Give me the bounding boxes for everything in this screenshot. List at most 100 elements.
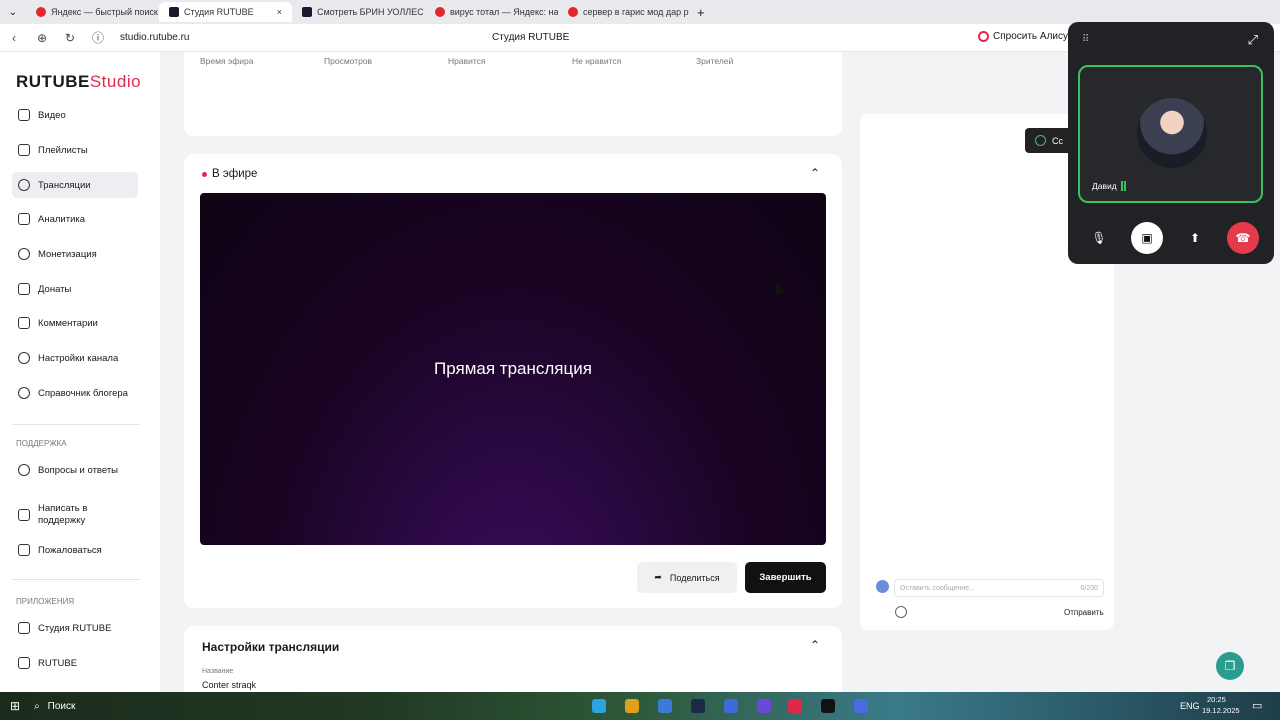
comment-icon: [18, 317, 30, 329]
yandex-browser-icon[interactable]: [788, 699, 802, 713]
alice-button[interactable]: Спросить Алису: [978, 31, 1068, 42]
sidebar-item-label: Видео: [38, 109, 66, 121]
tab-video[interactable]: Смотреть БРИН УОЛЛЕС: [292, 2, 425, 22]
stats-header: Время эфира Просмотров Нравится Не нрави…: [200, 56, 820, 66]
tab-virus[interactable]: вирус тотал — Яндекс: на: [425, 2, 558, 22]
sidebar-item-report[interactable]: Пожаловаться: [12, 537, 138, 563]
drag-handle-icon[interactable]: ⠿: [1082, 34, 1089, 45]
sidebar-item-app-studio[interactable]: Студия RUTUBE: [12, 615, 138, 641]
chrome-icon[interactable]: [625, 699, 639, 713]
name-value[interactable]: Conter straqk: [202, 680, 256, 690]
tab-yandex[interactable]: Яндекс — быстрый поиск: [26, 2, 159, 22]
sidebar-item-monetization[interactable]: Монетизация: [12, 241, 138, 267]
divider: [12, 579, 140, 580]
question-icon: [18, 464, 30, 476]
sidebar-item-label: Аналитика: [38, 213, 86, 225]
live-status: В эфире: [202, 168, 257, 180]
sidebar-item-video[interactable]: Видео: [12, 102, 138, 128]
sidebar: RUTUBEStudio Видео Плейлисты Трансляции …: [0, 52, 160, 692]
new-tab-icon[interactable]: +: [697, 5, 705, 20]
clock-time[interactable]: 20:25: [1207, 695, 1226, 704]
stats-card: Время эфира Просмотров Нравится Не нрави…: [184, 52, 842, 136]
donation-icon: [18, 283, 30, 295]
sidebar-item-donations[interactable]: Донаты: [12, 276, 138, 302]
steam-icon[interactable]: [691, 699, 705, 713]
emoji-icon[interactable]: [895, 606, 907, 618]
sidebar-item-write-support[interactable]: Написать в поддержку: [12, 497, 138, 533]
studio-app-icon: [18, 622, 30, 634]
chat-support-button[interactable]: ❐: [1216, 652, 1244, 680]
sidebar-item-label: Трансляции: [38, 179, 91, 191]
info-icon: [18, 387, 30, 399]
sidebar-item-analytics[interactable]: Аналитика: [12, 206, 138, 232]
alice-label: Спросить Алису: [993, 31, 1069, 42]
sidebar-item-faq[interactable]: Вопросы и ответы: [12, 457, 138, 483]
expand-icon[interactable]: ⤢: [1248, 32, 1258, 48]
sidebar-item-app-rutube[interactable]: RUTUBE: [12, 650, 138, 676]
sidebar-item-channel-settings[interactable]: Настройки канала: [12, 345, 138, 371]
app-icon[interactable]: [757, 699, 771, 713]
broadcast-icon: [18, 179, 30, 191]
sidebar-item-label: Студия RUTUBE: [38, 622, 112, 634]
collapse-chevron-icon[interactable]: ⌃: [810, 638, 820, 652]
back-icon[interactable]: ‹: [0, 31, 28, 45]
check-icon: [1035, 135, 1046, 146]
app-icon[interactable]: [724, 699, 738, 713]
playlist-icon: [18, 144, 30, 156]
stat-label: Зрителей: [696, 56, 734, 66]
toast-text: Сс: [1052, 135, 1063, 146]
camera-off-button[interactable]: ▣: [1131, 222, 1163, 254]
rutube-app-icon: [18, 657, 30, 669]
alice-icon: [978, 31, 989, 42]
participant-label: Давид: [1092, 181, 1117, 191]
microphone-button[interactable]: 🎙: [1083, 222, 1115, 254]
close-tab-icon[interactable]: ×: [277, 7, 282, 17]
sidebar-item-label: Монетизация: [38, 248, 97, 260]
live-dot: [202, 171, 207, 177]
clock-date[interactable]: 19.12.2025: [1202, 706, 1240, 715]
tab-server[interactable]: сервер в гарис мод дар р: [558, 2, 691, 22]
sidebar-item-comments[interactable]: Комментарии: [12, 310, 138, 336]
rutube-icon: [169, 7, 179, 17]
share-label: Поделиться: [669, 572, 720, 583]
collapse-chevron-icon[interactable]: ⌃: [810, 166, 820, 180]
stat-label: Не нравится: [572, 56, 622, 66]
sidebar-item-streams[interactable]: Трансляции: [12, 172, 138, 198]
name-label: Название: [202, 668, 234, 675]
url-field[interactable]: studio.rutube.ru: [120, 32, 190, 43]
tab-label: вирус тотал — Яндекс: на: [450, 7, 558, 17]
security-icon[interactable]: ⓘ: [84, 29, 112, 46]
sidebar-item-label: Справочник блогера: [38, 387, 128, 399]
app-icon[interactable]: [821, 699, 835, 713]
chat-message-input[interactable]: Оставить сообщение... 0/200: [894, 579, 1104, 597]
tab-studio[interactable]: Студия RUTUBE ×: [159, 2, 292, 22]
settings-card: Настройки трансляции ⌃ Название Conter s…: [184, 626, 842, 696]
participant-tile: Давид: [1078, 65, 1263, 203]
logo[interactable]: RUTUBEStudio: [16, 72, 141, 92]
yandex-icon: [568, 7, 578, 17]
screen-share-button[interactable]: ⬆: [1179, 222, 1211, 254]
notifications-icon[interactable]: ▭: [1252, 699, 1262, 712]
participant-name: Давид: [1092, 181, 1126, 191]
sidebar-item-blogger-guide[interactable]: Справочник блогера: [12, 380, 138, 406]
send-button[interactable]: Отправить: [1064, 608, 1104, 617]
reload-icon[interactable]: ↻: [56, 31, 84, 45]
language-indicator[interactable]: ENG: [1180, 701, 1200, 711]
browser-menu-icon[interactable]: ⌄: [0, 7, 26, 18]
telegram-icon[interactable]: [592, 699, 606, 713]
bookmarks-icon[interactable]: ⊕: [28, 31, 56, 45]
taskbar-search[interactable]: Поиск: [48, 701, 76, 712]
rutube-icon: [302, 7, 312, 17]
share-button[interactable]: ➦ Поделиться: [637, 562, 737, 593]
player-text: Прямая трансляция: [434, 359, 592, 378]
finish-button[interactable]: Завершить: [745, 562, 826, 593]
ruble-icon: [18, 248, 30, 260]
tab-label: Яндекс — быстрый поиск: [51, 7, 158, 17]
windows-start-icon[interactable]: ⊞: [10, 699, 20, 713]
avatar: [876, 580, 889, 593]
live-player[interactable]: Прямая трансляция: [200, 193, 826, 545]
discord-icon[interactable]: [854, 699, 868, 713]
sidebar-item-playlists[interactable]: Плейлисты: [12, 137, 138, 163]
hangup-button[interactable]: ☎: [1227, 222, 1259, 254]
app-icon[interactable]: [658, 699, 672, 713]
